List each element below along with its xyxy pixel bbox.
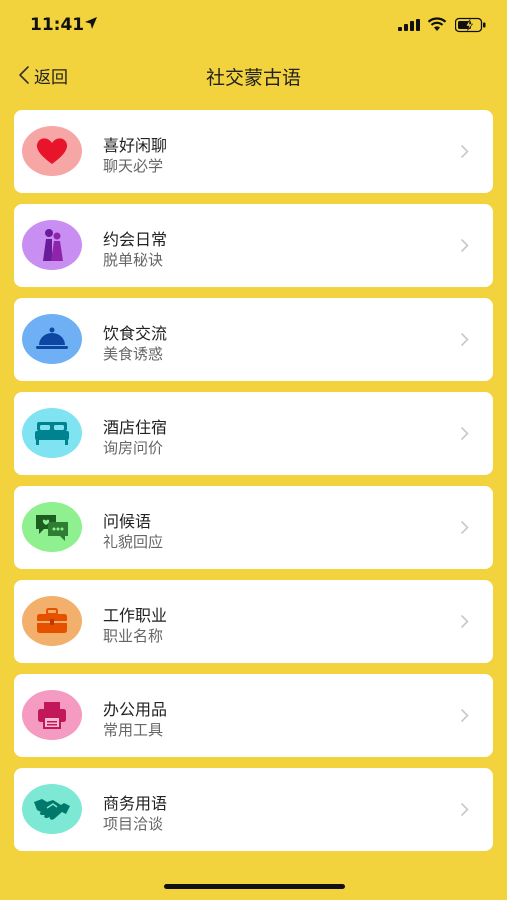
category-subtitle: 聊天必学 (103, 157, 164, 175)
handshake-icon (34, 799, 70, 820)
category-card-greetings[interactable]: 问候语 礼貌回应 (14, 486, 493, 569)
category-list: 喜好闲聊 聊天必学 约会日常 脱单秘诀 饮食交流 美食诱惑 酒店住宿 询房问价 … (14, 110, 493, 862)
category-title: 办公用品 (103, 700, 168, 719)
chevron-right-icon (460, 614, 469, 629)
signal-icon (398, 19, 420, 31)
status-bar: 11:41 (0, 0, 507, 50)
category-subtitle: 询房问价 (103, 439, 164, 457)
printer-icon (38, 702, 66, 729)
chevron-right-icon (460, 144, 469, 159)
category-card-work[interactable]: 工作职业 职业名称 (14, 580, 493, 663)
category-subtitle: 脱单秘诀 (103, 251, 164, 269)
category-subtitle: 职业名称 (103, 627, 164, 645)
chevron-right-icon (460, 332, 469, 347)
home-indicator[interactable] (164, 884, 345, 889)
chevron-right-icon (460, 708, 469, 723)
food-cloche-icon (36, 327, 68, 349)
category-subtitle: 礼貌回应 (103, 533, 164, 551)
category-title: 喜好闲聊 (103, 136, 168, 155)
chevron-right-icon (460, 426, 469, 441)
icon-badge (22, 784, 82, 834)
category-subtitle: 项目洽谈 (103, 815, 164, 833)
bed-icon (35, 422, 69, 445)
category-subtitle: 美食诱惑 (103, 345, 164, 363)
status-time: 11:41 (30, 15, 85, 35)
heart-icon (36, 138, 68, 164)
category-card-office[interactable]: 办公用品 常用工具 (14, 674, 493, 757)
category-title: 工作职业 (103, 606, 168, 625)
category-card-chat[interactable]: 喜好闲聊 聊天必学 (14, 110, 493, 193)
icon-badge (22, 220, 82, 270)
category-title: 饮食交流 (103, 324, 168, 343)
briefcase-icon (37, 608, 67, 633)
icon-badge (22, 502, 82, 552)
chevron-right-icon (460, 802, 469, 817)
category-subtitle: 常用工具 (103, 721, 164, 739)
category-title: 问候语 (103, 512, 152, 531)
icon-badge (22, 314, 82, 364)
chevron-right-icon (460, 238, 469, 253)
chevron-right-icon (460, 520, 469, 535)
icon-badge (22, 596, 82, 646)
category-card-food[interactable]: 饮食交流 美食诱惑 (14, 298, 493, 381)
category-card-business[interactable]: 商务用语 项目洽谈 (14, 768, 493, 851)
category-title: 酒店住宿 (103, 418, 168, 437)
icon-badge (22, 126, 82, 176)
chat-bubbles-icon (36, 515, 68, 541)
navigation-bar: 返回 社交蒙古语 (0, 55, 507, 95)
battery-charging-icon (455, 17, 486, 33)
icon-badge (22, 690, 82, 740)
category-title: 商务用语 (103, 794, 168, 813)
page-title: 社交蒙古语 (205, 67, 301, 89)
category-card-hotel[interactable]: 酒店住宿 询房问价 (14, 392, 493, 475)
category-title: 约会日常 (103, 230, 168, 249)
category-card-dating[interactable]: 约会日常 脱单秘诀 (14, 204, 493, 287)
wifi-icon (427, 17, 447, 31)
couple-icon (43, 229, 63, 261)
location-arrow-icon (85, 17, 97, 29)
icon-badge (22, 408, 82, 458)
